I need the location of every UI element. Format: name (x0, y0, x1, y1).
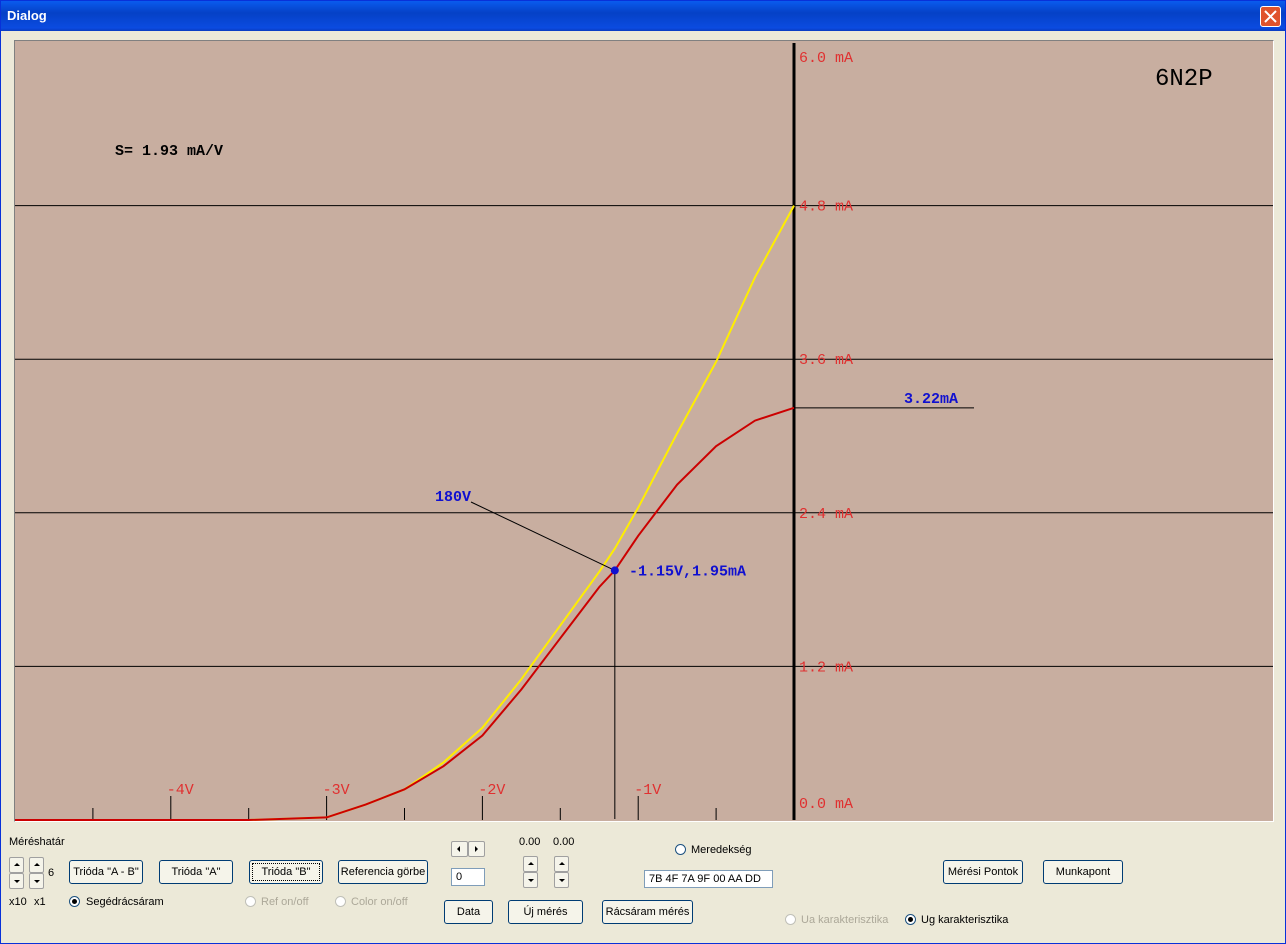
y-tick-label: 4.8 mA (799, 199, 853, 216)
point-label: -1.15V,1.95mA (629, 563, 746, 580)
end-current-label: 3.22mA (904, 391, 958, 408)
data-button[interactable]: Data (444, 900, 493, 924)
workpoint-button[interactable]: Munkapont (1043, 860, 1123, 884)
window-title: Dialog (7, 8, 47, 23)
anode-voltage-label: 180V (435, 489, 471, 506)
measured-curve (15, 406, 795, 821)
range-x1-up[interactable] (29, 857, 44, 873)
color-onoff-radio[interactable] (335, 896, 346, 907)
measurement-points-button[interactable]: Mérési Pontok (943, 860, 1023, 884)
characteristic-plot: 0.0 mA 1.2 mA 2.4 mA 3.6 mA 4.8 mA 6.0 mA -4V -… (14, 40, 1274, 822)
marker-leader-line (470, 501, 616, 571)
tube-name: 6N2P (1155, 66, 1213, 93)
x-tick-label: -2V (478, 782, 505, 799)
value1-up[interactable] (523, 856, 538, 872)
ref-onoff-label: Ref on/off (261, 896, 309, 908)
dialog-window: Dialog 0.0 mA 1.2 mA 2.4 mA 3.6 mA 4.8 mA 6.0… (0, 0, 1286, 944)
y-tick-label: 6.0 mA (799, 50, 853, 67)
range-x10-up[interactable] (9, 857, 24, 873)
trioda-b-button[interactable]: Trióda "B" (249, 860, 323, 884)
close-button[interactable] (1260, 6, 1281, 27)
trioda-a-button[interactable]: Trióda "A" (159, 860, 233, 884)
title-bar: Dialog (1, 1, 1285, 31)
value2-down[interactable] (554, 872, 569, 888)
slope-label: Meredekség (691, 844, 752, 856)
slope-radio[interactable] (675, 844, 686, 855)
x10-label: x10 (9, 896, 27, 908)
new-measurement-button[interactable]: Új mérés (508, 900, 583, 924)
value1-down[interactable] (523, 872, 538, 888)
ref-onoff-radio[interactable] (245, 896, 256, 907)
grid-current-label: Segédrácsáram (86, 896, 164, 908)
close-icon (1264, 10, 1277, 23)
step-right-button[interactable] (468, 841, 485, 857)
grid-current-measure-button[interactable]: Rácsáram mérés (602, 900, 693, 924)
value1-readout: 0.00 (519, 836, 541, 848)
y-tick-label: 0.0 mA (799, 796, 853, 813)
ua-characteristic-label: Ua karakterisztika (801, 914, 889, 926)
range-value: 6 (48, 867, 55, 879)
x1-label: x1 (34, 896, 46, 908)
ua-characteristic-radio[interactable] (785, 914, 796, 925)
range-x1-down[interactable] (29, 873, 44, 889)
operating-point-marker (610, 566, 619, 575)
step-left-button[interactable] (451, 841, 468, 857)
range-label: Méréshatár (9, 836, 65, 848)
x-tick-label: -4V (167, 782, 194, 799)
range-x10-down[interactable] (9, 873, 24, 889)
ug-characteristic-radio[interactable] (905, 914, 916, 925)
slope-readout: S= 1.93 mA/V (115, 143, 223, 160)
color-onoff-label: Color on/off (351, 896, 408, 908)
grid-current-radio[interactable] (69, 896, 80, 907)
plot-svg: 0.0 mA 1.2 mA 2.4 mA 3.6 mA 4.8 mA 6.0 mA -4V -… (15, 43, 1273, 821)
reference-curve-button[interactable]: Referencia görbe (338, 860, 428, 884)
x-tick-label: -1V (634, 782, 661, 799)
x-tick-label: -3V (323, 782, 350, 799)
value2-up[interactable] (554, 856, 569, 872)
step-input[interactable]: 0 (451, 868, 485, 886)
trioda-ab-button[interactable]: Trióda "A - B" (69, 860, 143, 884)
ug-characteristic-label: Ug karakterisztika (921, 914, 1009, 926)
y-tick-label: 3.6 mA (799, 352, 853, 369)
y-tick-label: 1.2 mA (799, 659, 853, 676)
hex-data-field[interactable]: 7B 4F 7A 9F 00 AA DD (644, 870, 773, 888)
y-tick-label: 2.4 mA (799, 506, 853, 523)
value2-readout: 0.00 (553, 836, 575, 848)
